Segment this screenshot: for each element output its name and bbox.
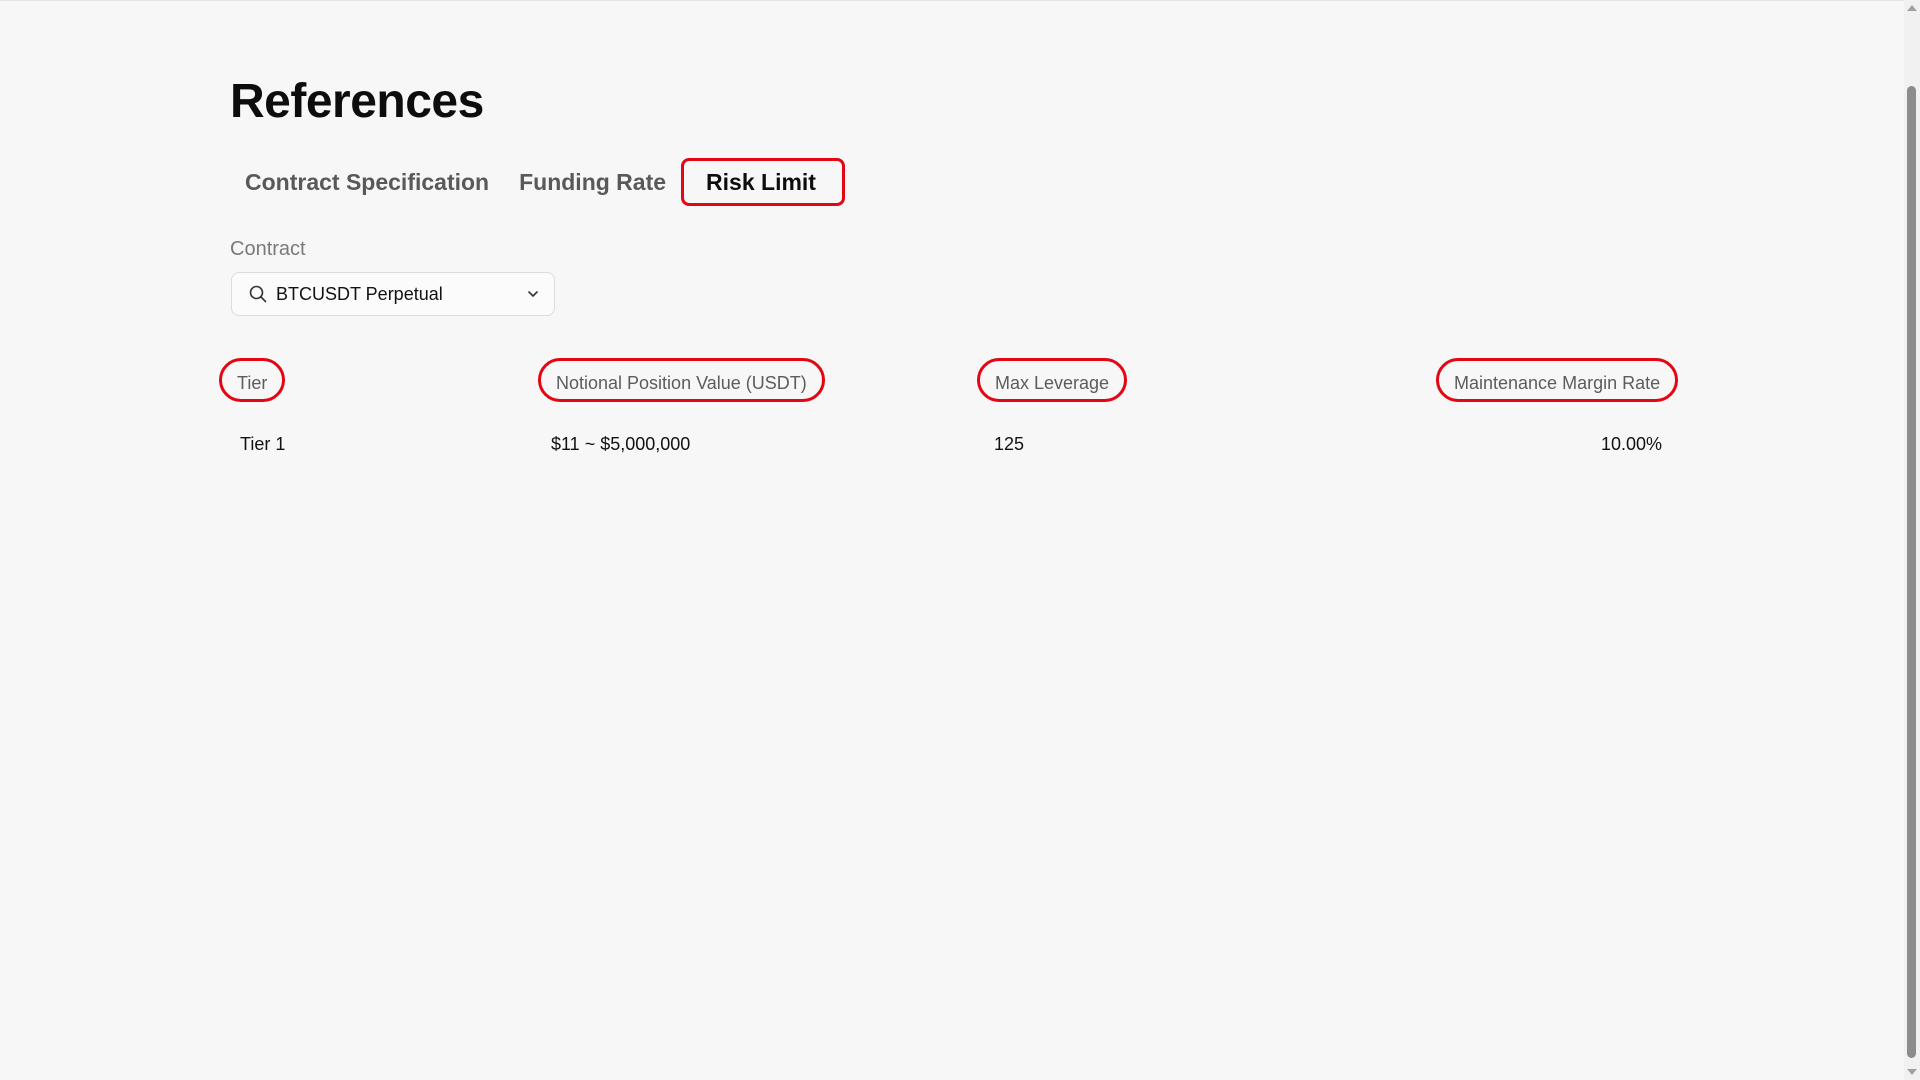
- chevron-down-icon: [528, 291, 538, 297]
- scrollbar-thumb[interactable]: [1907, 86, 1916, 1058]
- contract-select[interactable]: BTCUSDT Perpetual: [231, 272, 555, 316]
- scroll-up-icon[interactable]: [1907, 5, 1917, 11]
- table-cell-max-leverage: 125: [994, 434, 1025, 454]
- scroll-down-icon[interactable]: [1907, 1069, 1917, 1075]
- column-header-maintenance-margin-rate: Maintenance Margin Rate: [1436, 358, 1679, 402]
- tab-risk-limit[interactable]: Risk Limit: [681, 158, 845, 206]
- contract-select-value: BTCUSDT Perpetual: [276, 283, 443, 304]
- table-cell-notional-position-value: $11 ~ $5,000,000: [551, 434, 691, 454]
- vertical-scrollbar[interactable]: [1904, 0, 1920, 1080]
- tab-funding-rate[interactable]: Funding Rate: [504, 158, 681, 206]
- search-icon: [249, 285, 267, 303]
- top-divider: [0, 0, 1904, 1]
- contract-label: Contract: [230, 238, 306, 260]
- column-header-max-leverage: Max Leverage: [977, 358, 1128, 402]
- column-header-notional-position-value: Notional Position Value (USDT): [538, 358, 825, 402]
- table-cell-tier: Tier 1: [240, 434, 286, 454]
- column-header-tier[interactable]: Tier: [219, 358, 286, 402]
- page-title: References: [230, 75, 484, 128]
- page: References Contract Specification Fundin…: [0, 0, 1920, 1080]
- reference-tabs: Contract Specification Funding Rate Risk…: [230, 158, 845, 206]
- tab-contract-specification[interactable]: Contract Specification: [230, 158, 504, 206]
- table-cell-maintenance-margin-rate: 10.00%: [1600, 434, 1662, 454]
